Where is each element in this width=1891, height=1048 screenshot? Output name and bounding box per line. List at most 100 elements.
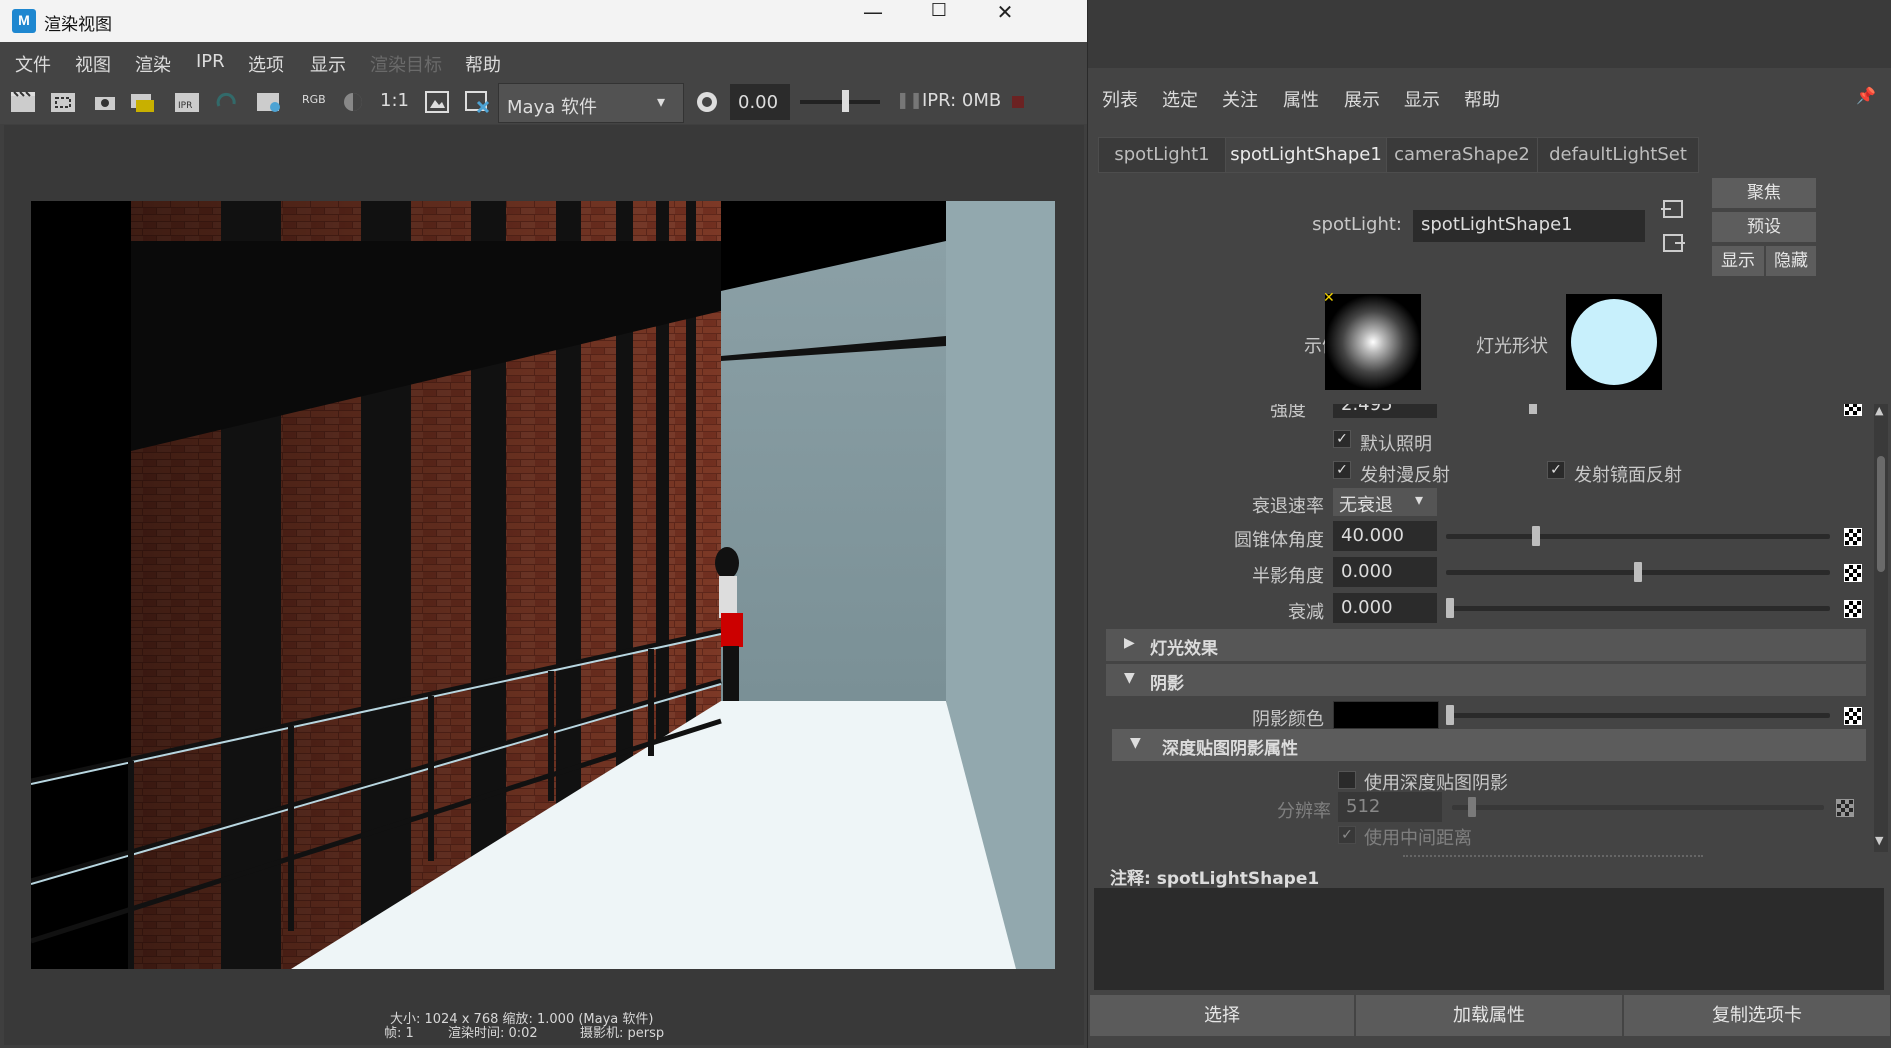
menu-file[interactable]: 文件 [15,51,51,77]
shadow-color-slider-handle[interactable] [1446,705,1454,725]
ae-menu-help[interactable]: 帮助 [1464,86,1500,112]
scroll-down-icon[interactable]: ▼ [1875,834,1883,847]
scroll-up-icon[interactable]: ▲ [1875,404,1883,417]
ae-menu-focus[interactable]: 关注 [1222,86,1258,112]
keep-image-icon[interactable] [424,90,450,114]
close-button[interactable]: ✕ [970,0,1040,42]
dropoff-map-button[interactable] [1844,600,1862,618]
dropoff-label: 衰减 [1288,602,1324,623]
load-attributes-button[interactable]: 加载属性 [1356,995,1622,1036]
section-depth-map-title: 深度贴图阴影属性 [1162,739,1298,759]
tab-defaultlightset[interactable]: defaultLightSet [1537,137,1699,173]
intensity-map-button[interactable] [1844,404,1862,416]
notes-textarea[interactable] [1094,888,1884,990]
shadow-color-slider-track[interactable] [1446,713,1830,718]
menu-help[interactable]: 帮助 [465,51,501,77]
node-name-field[interactable]: spotLightShape1 [1413,210,1645,242]
tab-camerashape2[interactable]: cameraShape2 [1386,137,1538,173]
ae-menu-display[interactable]: 显示 [1404,86,1440,112]
scrollbar[interactable]: ▲ ▼ [1874,404,1888,852]
shadow-color-map-button[interactable] [1844,707,1862,725]
use-depth-map-checkbox[interactable] [1338,771,1356,789]
cone-angle-label: 圆锥体角度 [1234,530,1324,551]
render-settings-icon[interactable] [256,90,282,114]
minimize-button[interactable]: — [838,0,908,42]
dropoff-slider-track[interactable] [1446,606,1830,611]
penumbra-angle-field[interactable]: 0.000 [1333,557,1437,587]
section-shadows[interactable]: ▼ 阴影 [1106,664,1866,696]
remove-image-icon[interactable] [464,90,490,114]
render-frame: 帧: 1 [384,1026,414,1041]
resize-grip[interactable] [1403,855,1703,859]
focus-button[interactable]: 聚焦 [1712,178,1816,208]
ae-menu-attributes[interactable]: 属性 [1283,86,1319,112]
dropoff-field[interactable]: 0.000 [1333,593,1437,623]
render-toolbar: IPR RGB 1:1 Maya 软件 ▾ 0.00 ❚❚ IPR: 0MB [0,80,1087,124]
ipr-render-icon[interactable]: IPR [174,90,200,114]
ae-menu-show[interactable]: 展示 [1344,86,1380,112]
decay-rate-dropdown[interactable]: 无衰退 ▾ [1333,488,1437,516]
tab-spotlightshape1[interactable]: spotLightShape1 [1225,137,1387,173]
pin-icon[interactable]: 📌 [1856,86,1876,105]
menu-ipr[interactable]: IPR [196,51,225,72]
stop-render-icon[interactable] [1012,96,1024,108]
snapshot-icon[interactable] [92,90,118,114]
menu-options[interactable]: 选项 [248,51,284,77]
select-button[interactable]: 选择 [1090,995,1354,1036]
shadow-color-swatch[interactable] [1333,701,1439,729]
intensity-field[interactable]: 2.495 [1333,404,1437,418]
rgb-channel-button[interactable]: RGB [302,93,326,106]
tab-spotlight1[interactable]: spotLight1 [1098,137,1226,173]
show-button[interactable]: 显示 [1712,246,1764,276]
dropoff-slider-handle[interactable] [1446,598,1454,618]
renderer-dropdown[interactable]: Maya 软件 ▾ [498,83,684,123]
scrollbar-thumb[interactable] [1877,456,1885,572]
exposure-slider-track[interactable] [800,100,880,104]
menu-view[interactable]: 视图 [75,51,111,77]
exposure-field[interactable]: 0.00 [730,84,790,120]
render-menu-bar: 文件 视图 渲染 IPR 选项 显示 渲染目标 帮助 [0,42,1087,80]
intensity-slider-handle[interactable] [1529,404,1537,414]
cone-angle-field[interactable]: 40.000 [1333,521,1437,551]
hide-button[interactable]: 隐藏 [1766,246,1816,276]
exposure-icon[interactable] [694,90,720,114]
emit-diffuse-label: 发射漫反射 [1360,465,1450,486]
penumbra-angle-map-button[interactable] [1844,564,1862,582]
resolution-field: 512 [1338,792,1442,822]
attribute-editor: 列表 选定 关注 属性 展示 显示 帮助 📌 spotLight1 spotLi… [1088,0,1891,1048]
menu-display[interactable]: 显示 [310,51,346,77]
spotlight-sample-icon: ✕ [1323,290,1335,306]
render-region-icon[interactable] [50,90,76,114]
redo-render-icon[interactable] [10,90,36,114]
emit-diffuse-checkbox[interactable]: ✓ [1333,461,1351,479]
decay-rate-value: 无衰退 [1339,495,1393,516]
exposure-slider-handle[interactable] [842,90,849,112]
maximize-button[interactable]: ☐ [904,0,974,42]
expanded-arrow-icon: ▼ [1130,735,1141,751]
copy-tab-button[interactable]: 复制选项卡 [1624,995,1890,1036]
ae-menu-selected[interactable]: 选定 [1162,86,1198,112]
alpha-channel-icon[interactable] [340,90,366,114]
intensity-label: 强度 [1270,404,1306,421]
emit-specular-checkbox[interactable]: ✓ [1547,461,1565,479]
cone-angle-map-button[interactable] [1844,528,1862,546]
section-light-effects[interactable]: ▶ 灯光效果 [1106,629,1866,661]
penumbra-angle-slider-handle[interactable] [1634,562,1642,582]
resolution-slider-handle [1468,797,1476,817]
maya-app-icon: M [12,9,36,33]
presets-button[interactable]: 预设 [1712,212,1816,242]
attributes-scroll-area[interactable]: 强度 2.495 ✓ 默认照明 ✓ 发射漫反射 ✓ 发射镜面反射 衰退速率 无衰… [1106,404,1866,852]
render-sequence-icon[interactable] [130,90,156,114]
input-connection-icon[interactable] [1661,198,1685,220]
illuminates-default-checkbox[interactable]: ✓ [1333,430,1351,448]
real-size-button[interactable]: 1:1 [380,90,409,111]
collapsed-arrow-icon: ▶ [1124,635,1135,651]
exposure-value: 0.00 [738,92,779,113]
cone-angle-slider-handle[interactable] [1532,526,1541,546]
cone-angle-slider-track[interactable] [1446,534,1830,539]
section-depth-map-shadow[interactable]: ▼ 深度贴图阴影属性 [1112,729,1866,761]
output-connection-icon[interactable] [1661,232,1685,254]
ae-menu-list[interactable]: 列表 [1102,86,1138,112]
expanded-arrow-icon: ▼ [1124,670,1135,686]
menu-render[interactable]: 渲染 [135,51,171,77]
